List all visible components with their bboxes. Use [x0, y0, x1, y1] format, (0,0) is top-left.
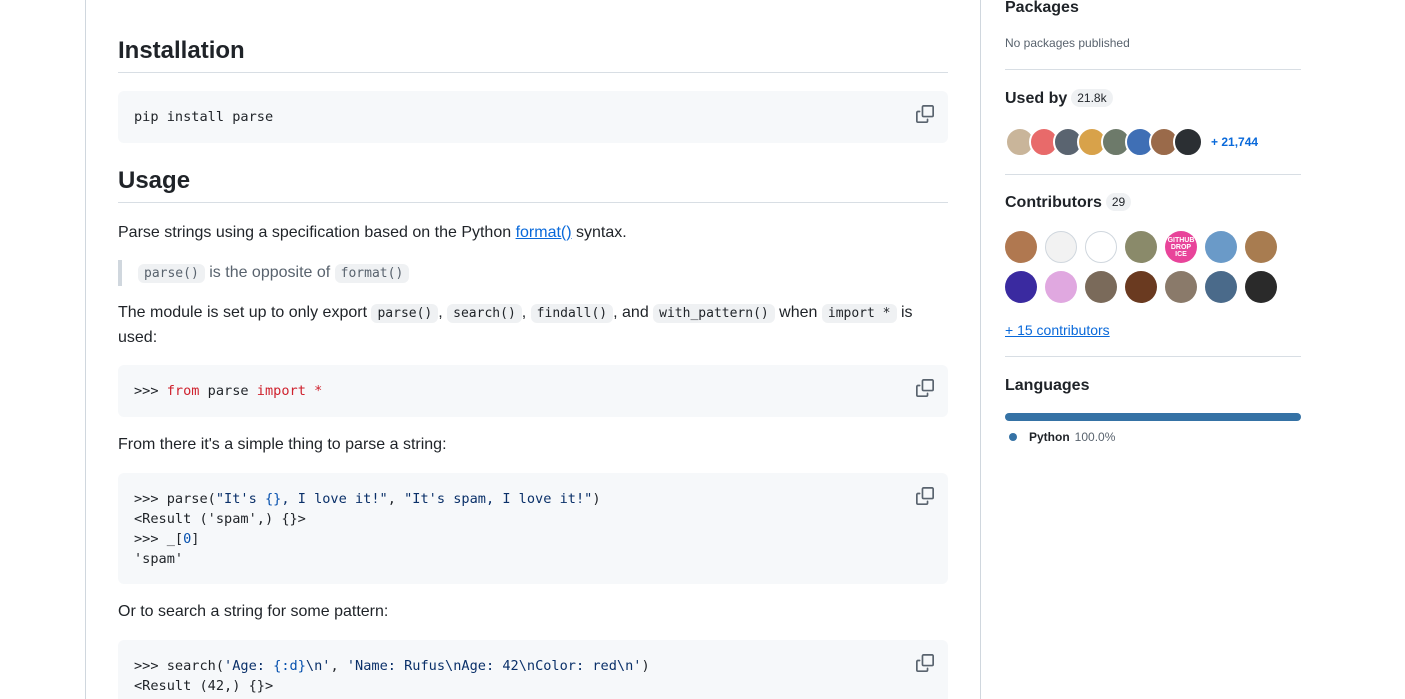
used-by-heading[interactable]: Used by 21.8k — [1005, 89, 1113, 109]
packages-heading-label: Packages — [1005, 0, 1079, 16]
usage-intro-tail: syntax. — [571, 224, 627, 241]
language-bar — [1005, 413, 1301, 421]
code-string: "It's — [215, 491, 265, 507]
contributors-count: 29 — [1105, 193, 1132, 211]
avatar[interactable] — [1245, 231, 1277, 263]
contributors-label: Contributors — [1005, 194, 1102, 211]
avatar[interactable] — [1245, 271, 1277, 303]
divider — [1005, 356, 1301, 357]
packages-empty-text: No packages published — [1005, 36, 1130, 50]
code-block-parse: >>> parse("It's {}, I love it!", "It's s… — [118, 473, 948, 584]
inline-code: parse() — [371, 304, 439, 323]
inline-code-format: format() — [334, 264, 410, 283]
packages-heading[interactable]: Packages — [1005, 0, 1079, 18]
format-link[interactable]: format() — [516, 224, 572, 241]
avatar[interactable] — [1005, 231, 1037, 263]
language-name: Python — [1029, 430, 1070, 444]
code-keyword: import — [256, 383, 306, 399]
copy-icon[interactable] — [916, 379, 934, 397]
inline-code: import * — [821, 304, 897, 323]
used-by-label: Used by — [1005, 90, 1068, 107]
usage-intro: Parse strings using a specification base… — [118, 221, 948, 245]
code-placeholder: {:d} — [273, 658, 306, 674]
used-by-avatar[interactable] — [1173, 127, 1203, 157]
code-block-search: >>> search('Age: {:d}\n', 'Name: Rufus\n… — [118, 640, 948, 699]
code-text: >>> _[ — [134, 531, 184, 547]
copy-icon[interactable] — [916, 487, 934, 505]
code-placeholder: {} — [264, 491, 282, 507]
code-keyword: * — [305, 383, 323, 399]
contributors-heading[interactable]: Contributors 29 — [1005, 193, 1132, 213]
code-string: 'Age: — [224, 658, 274, 674]
usage-intro-text: Parse strings using a specification base… — [118, 224, 516, 241]
avatar[interactable] — [1045, 271, 1077, 303]
quote-text: is the opposite of — [204, 264, 335, 281]
code-text: , — [330, 658, 347, 674]
code-string: , I love it!" — [281, 491, 388, 507]
code-text: , — [387, 491, 405, 507]
module-text: when — [774, 304, 822, 321]
language-percent: 100.0% — [1074, 430, 1116, 444]
code-text: <Result ('spam',) {}> — [134, 511, 306, 527]
code-string: 'Name: Rufus\nAge: 42\nColor: red\n' — [346, 658, 642, 674]
used-by-more-link[interactable]: + 21,744 — [1211, 135, 1258, 149]
divider — [1005, 69, 1301, 70]
module-sep: , — [521, 304, 531, 321]
avatar[interactable] — [1045, 231, 1077, 263]
inline-code-parse: parse() — [138, 264, 205, 283]
code-block-import: >>> from parse import * — [118, 365, 948, 417]
code-text: >>> parse( — [134, 491, 216, 507]
module-sep: , and — [613, 304, 654, 321]
avatar[interactable] — [1125, 231, 1157, 263]
code-text: ] — [191, 531, 200, 547]
used-by-avatars[interactable]: + 21,744 — [1005, 127, 1258, 157]
code-install-text: pip install parse — [134, 109, 274, 125]
code-text: >>> — [134, 383, 167, 399]
code-text: ) — [641, 658, 650, 674]
module-paragraph: The module is set up to only export pars… — [118, 301, 948, 350]
from-there-paragraph: From there it's a simple thing to parse … — [118, 436, 447, 453]
avatar[interactable] — [1085, 231, 1117, 263]
installation-heading: Installation — [118, 36, 948, 73]
search-paragraph: Or to search a string for some pattern: — [118, 603, 389, 620]
copy-icon[interactable] — [916, 105, 934, 123]
code-text: 'spam' — [134, 551, 184, 567]
code-string: \n' — [305, 658, 331, 674]
avatar[interactable] — [1085, 271, 1117, 303]
language-item-python[interactable]: Python 100.0% — [1009, 430, 1115, 444]
avatar[interactable] — [1125, 271, 1157, 303]
language-color-dot — [1009, 433, 1017, 441]
avatar[interactable] — [1005, 271, 1037, 303]
module-sep: , — [438, 304, 448, 321]
inline-code: findall() — [530, 304, 614, 323]
code-block-install: pip install parse — [118, 91, 948, 143]
code-text: <Result (42,) {}> — [134, 678, 274, 694]
inline-code: search() — [447, 304, 522, 323]
avatar[interactable]: GITHUB DROP ICE — [1165, 231, 1197, 263]
avatar[interactable] — [1165, 271, 1197, 303]
module-text: The module is set up to only export — [118, 304, 372, 321]
code-text: parse — [199, 383, 257, 399]
blockquote: parse() is the opposite of format() — [118, 260, 410, 286]
code-string: "It's spam, I love it!" — [404, 491, 593, 507]
avatar[interactable] — [1205, 231, 1237, 263]
avatar[interactable] — [1205, 271, 1237, 303]
inline-code: with_pattern() — [653, 304, 775, 323]
languages-heading: Languages — [1005, 377, 1090, 394]
used-by-count: 21.8k — [1071, 89, 1113, 107]
contributors-avatars: GITHUB DROP ICE — [1005, 231, 1301, 303]
code-keyword: from — [166, 383, 200, 399]
code-text: >>> search( — [134, 658, 225, 674]
code-text: ) — [592, 491, 601, 507]
divider — [1005, 174, 1301, 175]
copy-icon[interactable] — [916, 654, 934, 672]
usage-heading: Usage — [118, 166, 948, 203]
more-contributors-link[interactable]: + 15 contributors — [1005, 322, 1110, 338]
